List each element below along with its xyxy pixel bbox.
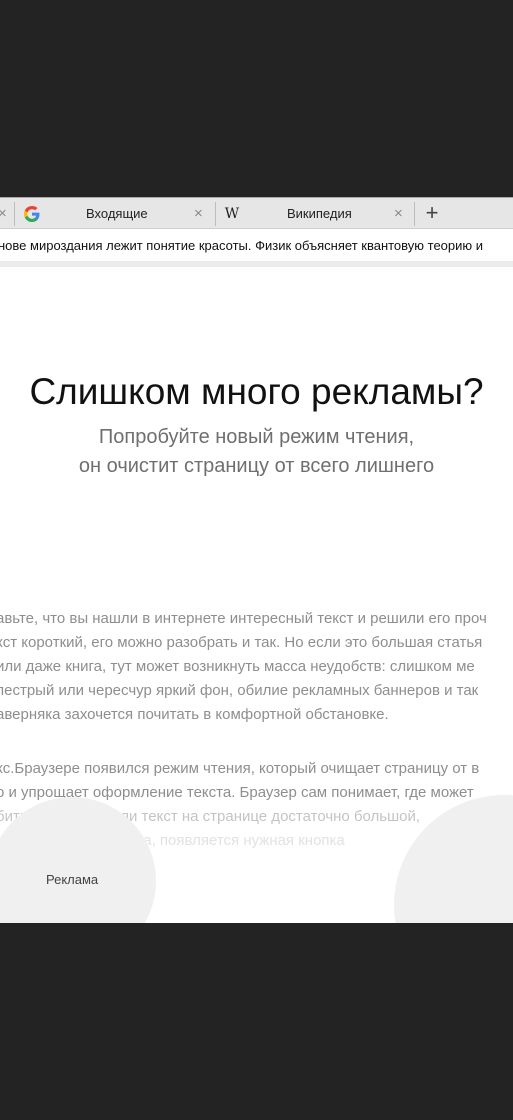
promo-subline-1: Попробуйте новый режим чтения,	[98, 426, 415, 448]
tab-separator	[414, 202, 415, 226]
page-title-strip: нове мироздания лежит понятие красоты. Ф…	[0, 229, 513, 267]
article-line: авьте, что вы нашли в интернете интересн…	[0, 610, 487, 627]
article-line: кс.Браузере появился режим чтения, котор…	[0, 760, 480, 777]
tab-title: Википедия	[287, 206, 352, 221]
close-icon[interactable]: ×	[394, 206, 403, 221]
ad-label: Реклама	[46, 872, 99, 887]
article-line: кст короткий, его можно разобрать и так.…	[0, 634, 483, 651]
close-icon[interactable]: ×	[194, 206, 203, 221]
tab-wikipedia[interactable]: W Википедия ×	[216, 198, 414, 229]
browser-screenshot: × Входящие × W Википедия × + нове мирозд…	[0, 197, 513, 923]
page-title-text: нове мироздания лежит понятие красоты. Ф…	[0, 238, 484, 253]
promo-subline-2: он очистит страницу от всего лишнего	[78, 455, 435, 477]
wikipedia-w-icon: W	[224, 206, 240, 222]
promo-headline: Слишком много рекламы?	[29, 371, 484, 412]
tab-title: Входящие	[86, 206, 148, 221]
tab-inbox[interactable]: Входящие ×	[15, 198, 215, 229]
article-line: аверняка захочется почитать в комфортной…	[0, 706, 389, 723]
article-line: или даже книга, тут может возникнуть мас…	[0, 658, 475, 675]
tab-strip: × Входящие × W Википедия × +	[0, 197, 513, 229]
article-line: пестрый или чересчур яркий фон, обилие р…	[0, 682, 479, 699]
new-tab-plus-icon[interactable]: +	[421, 201, 443, 225]
close-icon[interactable]: ×	[0, 206, 7, 221]
google-g-icon	[24, 206, 40, 222]
